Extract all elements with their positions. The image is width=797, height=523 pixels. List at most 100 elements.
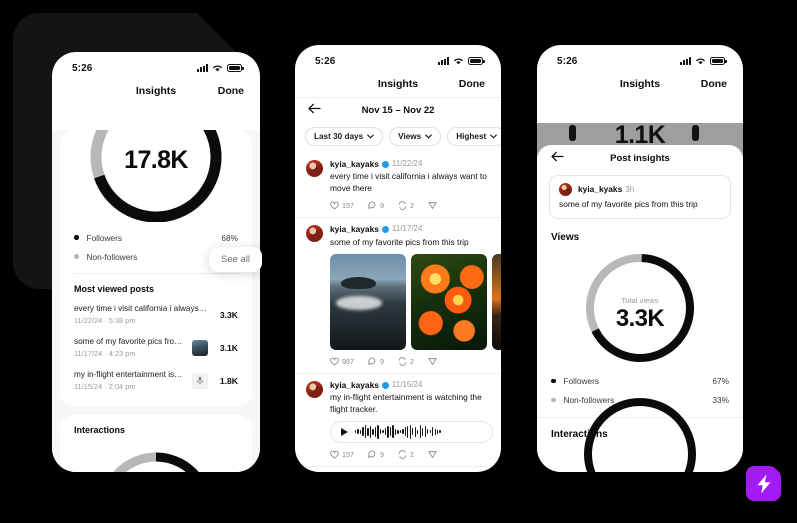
done-button[interactable]: Done — [701, 78, 727, 90]
post-username[interactable]: kyia_kyaks — [578, 185, 622, 194]
status-bar: 5:26 — [52, 52, 260, 78]
back-arrow-icon[interactable] — [551, 149, 564, 167]
list-item[interactable]: some of my favorite pics from... 11/17/2… — [60, 331, 252, 364]
comment-action[interactable]: 9 — [368, 357, 384, 366]
heart-icon — [330, 201, 339, 210]
filter-chip-timeframe[interactable]: Last 30 days — [305, 127, 384, 146]
comment-action[interactable]: 9 — [368, 201, 384, 210]
comment-action[interactable]: 9 — [368, 450, 384, 459]
comment-count: 9 — [380, 201, 384, 211]
like-action[interactable]: 157 — [330, 450, 354, 459]
post-text: every time i visit california i always w… — [330, 171, 487, 193]
carousel-image-seascape[interactable] — [330, 253, 406, 350]
interactions-title: Interactions — [74, 425, 126, 435]
legend-label: Followers — [86, 232, 123, 243]
share-icon — [428, 202, 437, 210]
post-view-count: 3.1K — [219, 342, 238, 353]
repost-action[interactable]: 2 — [398, 450, 414, 459]
avatar[interactable] — [306, 225, 323, 243]
comment-count: 9 — [380, 356, 384, 366]
legend-dot-followers — [74, 235, 79, 240]
see-all-button[interactable]: See all — [209, 247, 263, 272]
list-item[interactable]: every time i visit california i always w… — [60, 298, 252, 331]
like-action[interactable]: 157 — [330, 201, 354, 210]
filter-chip-metric[interactable]: Views — [389, 127, 442, 146]
repost-action[interactable]: 2 — [398, 201, 414, 210]
legend-value: 67% — [712, 375, 729, 386]
carousel-image-sunset[interactable] — [492, 253, 501, 350]
post-actions: 157 9 2 — [330, 194, 490, 214]
list-item[interactable]: kyia_kayaks 11/22/24 every time i visit … — [295, 153, 501, 217]
legend-dot-followers — [551, 378, 556, 384]
filter-chip-sort[interactable]: Highest — [447, 127, 501, 146]
list-item[interactable]: kyia_kayaks 11/15/24 my in-flight entert… — [295, 374, 501, 466]
chevron-down-icon — [425, 134, 433, 139]
carousel-image-poppies[interactable] — [411, 253, 487, 350]
post-date: 11/22/24 — [391, 159, 423, 169]
verified-badge-icon — [381, 225, 389, 233]
overview-donut-chart: 17.8K — [60, 130, 252, 222]
like-action[interactable]: 987 — [330, 357, 354, 366]
wifi-icon — [695, 57, 706, 65]
post-date: 11/17/24 · 4:23 pm — [74, 349, 136, 358]
post-username[interactable]: kyia_kayaks — [330, 380, 379, 389]
views-heading: Views — [551, 232, 580, 244]
microphone-icon — [192, 372, 208, 389]
post-date: 11/17/24 — [391, 224, 423, 234]
signal-bars-icon — [680, 57, 691, 65]
list-item[interactable]: kyia_kayaks 11/17/24 some of my favorite… — [295, 218, 501, 373]
done-button[interactable]: Done — [459, 78, 485, 90]
post-username[interactable]: kyia_kayaks — [330, 160, 379, 169]
donut-svg — [90, 130, 222, 222]
list-item[interactable]: kyia_kayaks 11/12/24 — [295, 467, 501, 472]
phone-posts-feed: 5:26 Insights Done Nov 15 – Nov 22 Last … — [295, 45, 501, 472]
legend-value: 68% — [221, 232, 238, 243]
verified-badge-icon — [381, 160, 389, 168]
comment-icon — [368, 357, 376, 365]
sheet-title: Post insights — [610, 152, 670, 164]
bolt-glyph — [757, 474, 770, 493]
post-header: kyia_kayaks 11/22/24 every time i visit … — [306, 160, 490, 214]
post-author-row: kyia_kayaks 11/22/24 — [330, 159, 490, 169]
post-date: 11/15/24 — [391, 380, 423, 390]
audio-player[interactable] — [330, 420, 493, 443]
avatar[interactable] — [559, 183, 572, 196]
comment-icon — [368, 201, 376, 210]
repost-count: 2 — [410, 356, 414, 366]
status-time: 5:26 — [315, 55, 336, 67]
status-bar: 5:26 — [295, 45, 501, 71]
comment-icon — [368, 450, 376, 459]
filter-chip-label: Views — [398, 132, 422, 141]
overview-total-value: 17.8K — [124, 146, 188, 174]
share-action[interactable] — [428, 450, 437, 459]
insights-scroll-body[interactable]: 17.8K Followers 68% Non-followers 32% — [52, 130, 260, 472]
post-preview-card[interactable]: kyia_kyaks 3h some of my favorite pics f… — [549, 175, 731, 220]
list-item[interactable]: my in-flight entertainment is w... 11/15… — [60, 364, 252, 397]
lightning-bolt-icon[interactable] — [746, 466, 781, 501]
repost-action[interactable]: 2 — [398, 357, 414, 366]
page-title: Insights — [377, 78, 419, 90]
share-action[interactable] — [428, 357, 437, 366]
chevron-down-icon — [367, 134, 375, 139]
nav-bar: Insights Done — [52, 78, 260, 104]
donut-center-label: Total views — [621, 296, 659, 306]
post-caption: some of my favorite pics from... — [74, 337, 184, 346]
done-button[interactable]: Done — [218, 85, 244, 97]
avatar[interactable] — [306, 380, 323, 398]
scene: 5:26 Insights Done 17.8K Followers 68% N… — [0, 0, 797, 523]
post-username[interactable]: kyia_kayaks — [330, 225, 379, 234]
repost-icon — [398, 201, 407, 211]
back-arrow-icon[interactable] — [308, 101, 321, 119]
like-count: 157 — [342, 449, 354, 459]
image-carousel[interactable] — [330, 253, 501, 350]
post-text: some of my favorite pics from this trip — [559, 199, 698, 209]
post-date: 11/15/24 · 2:04 pm — [74, 382, 136, 391]
post-text: some of my favorite pics from this trip — [330, 236, 469, 247]
avatar[interactable] — [306, 160, 323, 177]
like-count: 157 — [342, 201, 354, 211]
share-action[interactable] — [428, 201, 437, 210]
comment-count: 9 — [380, 449, 384, 459]
status-icons — [197, 64, 244, 72]
battery-icon — [227, 64, 244, 72]
play-icon[interactable] — [341, 427, 348, 436]
